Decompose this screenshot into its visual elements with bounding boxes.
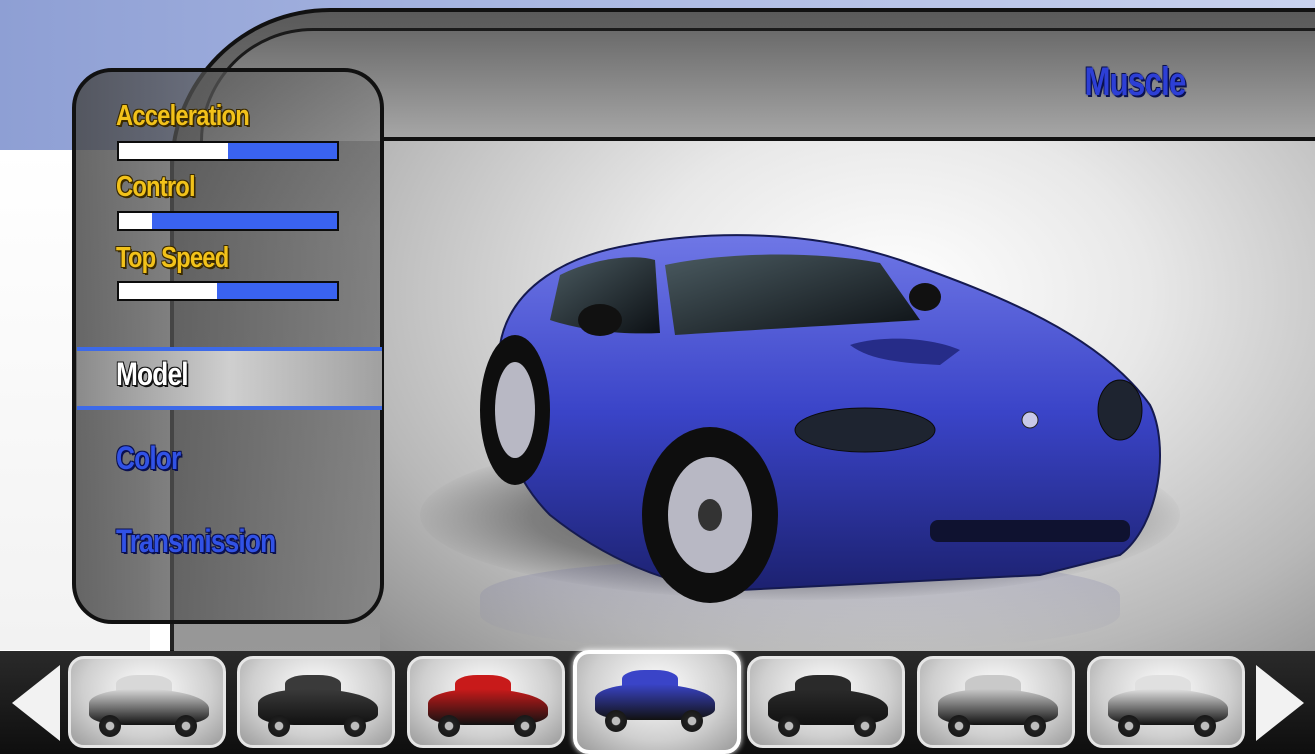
acceleration-bar-fill [119,143,228,159]
thumbnail-wheel [99,715,121,737]
car-headlight-right [1097,379,1143,441]
car-thumbnail-dark-gray-coupe-icon[interactable] [237,656,395,748]
menu-item-transmission[interactable]: Transmission [116,523,276,560]
category-title: Muscle [1084,60,1186,104]
thumbnail-wheel [681,710,703,732]
stat-label-acceleration: Acceleration [116,100,250,132]
thumbnail-wheel [778,715,800,737]
car-thumbnail-race-livery-car-icon[interactable] [1087,656,1245,748]
acceleration-bar [117,141,339,161]
car-thumbnail-red-sports-car-icon[interactable] [407,656,565,748]
car-preview [480,234,1161,603]
control-bar-fill [119,213,152,229]
car-thumbnail-blue-muscle-car-icon[interactable] [573,650,741,754]
car-headlight-left [794,407,936,453]
menu-item-color[interactable]: Color [116,440,181,477]
carousel-left-arrow-icon[interactable] [12,665,60,741]
stat-label-control: Control [116,171,196,203]
thumbnail-wheel [514,715,536,737]
top-speed-bar-fill [119,283,218,299]
car-thumbnail-white-pickup-truck-icon[interactable] [68,656,226,748]
thumbnail-wheel [268,715,290,737]
car-mirror [578,304,622,336]
thumbnail-wheel [1024,715,1046,737]
carousel-right-arrow-icon[interactable] [1256,665,1304,741]
thumbnail-wheel [175,715,197,737]
top-speed-bar [117,281,339,301]
thumbnail-wheel [948,715,970,737]
car-rear-wheel [480,335,550,485]
thumbnail-wheel [344,715,366,737]
car-mirror-right [909,283,941,311]
car-thumbnail-police-sedan-icon[interactable] [917,656,1075,748]
thumbnail-wheel [1194,715,1216,737]
car-emblem [1021,411,1039,429]
car-thumbnail-flame-hot-rod-icon[interactable] [747,656,905,748]
thumbnail-wheel [1118,715,1140,737]
control-bar [117,211,339,231]
menu-item-model[interactable]: Model [116,356,189,393]
car-front-wheel [642,427,778,603]
stat-label-top-speed: Top Speed [116,242,229,274]
thumbnail-wheel [605,710,627,732]
thumbnail-wheel [438,715,460,737]
thumbnail-wheel [854,715,876,737]
car-grille [930,520,1130,542]
